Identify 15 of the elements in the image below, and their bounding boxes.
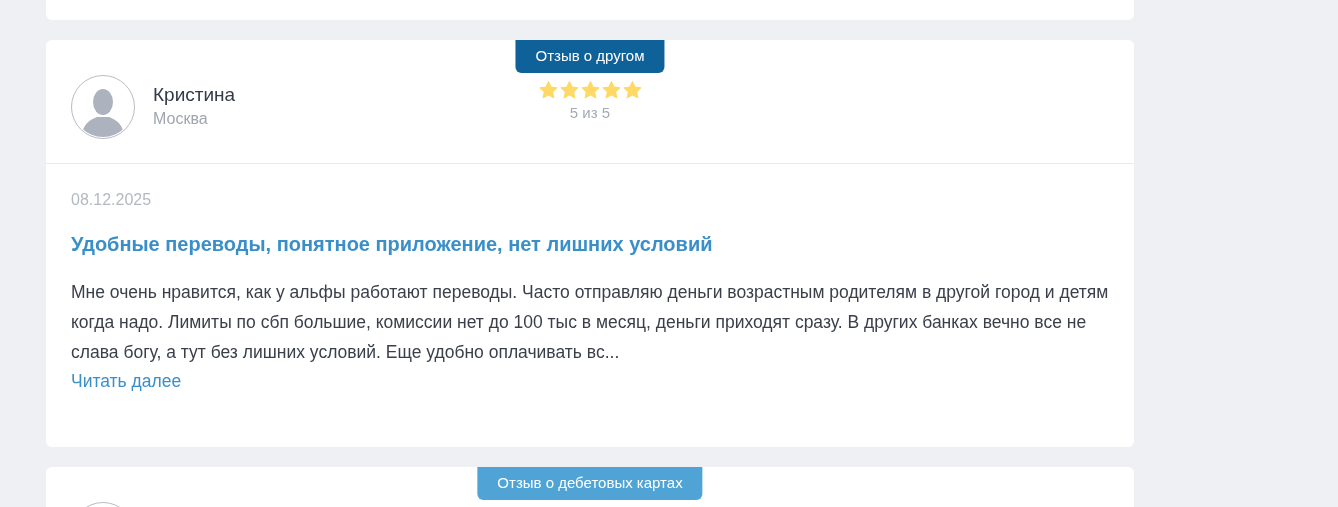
review-date: 08.12.2025 [71, 190, 153, 210]
review-text: Мне очень нравится, как у альфы работают переводы. Часто отправляю деньги возрастным родителям в другой город и детям когда надо. Лимиты по сбп большие, комиссии нет до 100 тыс в месяц, деньги приходят сразу. В других банках вечно все не слава богу, а тут без лишних условий. Еще удобно оплачивать вс... [71, 281, 1110, 364]
star-icon [580, 79, 600, 100]
rating-text: 5 из 5 [569, 102, 611, 123]
category-badge: Отзыв о другом [515, 40, 665, 73]
category-badge: Отзыв о дебетовых картах [477, 467, 703, 500]
read-more-link[interactable]: Читать далее [71, 371, 182, 391]
star-icon [622, 79, 642, 100]
review-title: Удобные переводы, понятное приложение, нет лишних условий [71, 232, 714, 257]
author-city: Москва [153, 109, 209, 129]
star-icon [538, 79, 558, 100]
star-icon [559, 79, 579, 100]
star-icon [601, 79, 621, 100]
author-name: Кристина [153, 83, 236, 107]
avatar-icon [71, 75, 135, 139]
